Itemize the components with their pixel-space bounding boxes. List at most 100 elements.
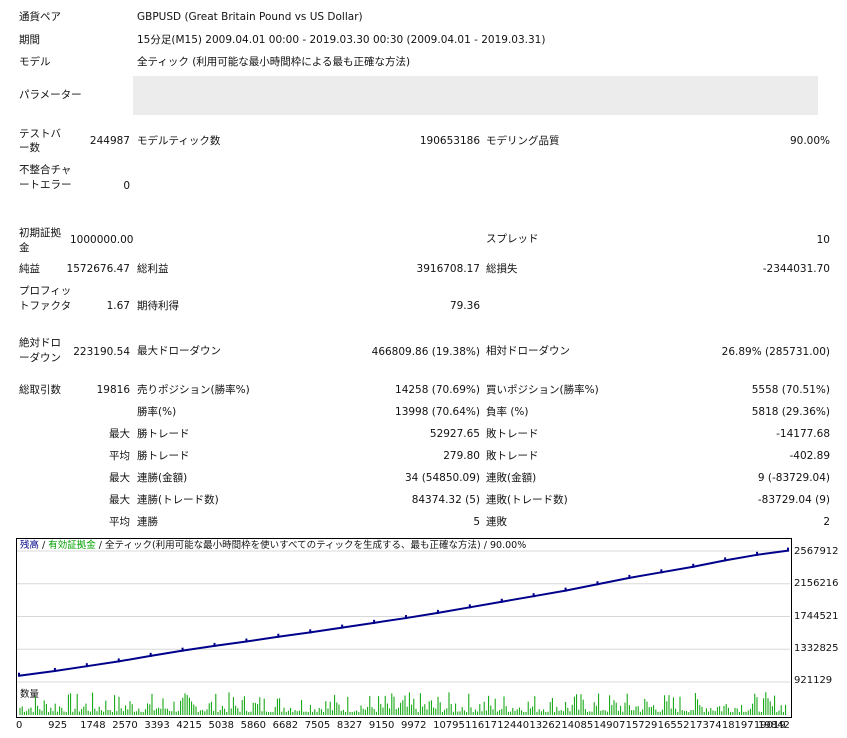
x-tick-label: 2570 (112, 720, 138, 731)
consecutive-profit-label: 連勝(トレード数) (137, 494, 219, 506)
largest-win-value: 52927.65 (429, 428, 480, 440)
x-tick-label: 14907 (593, 720, 626, 731)
x-tick-label: 13262 (529, 720, 562, 731)
period-value: 15分足(M15) 2009.04.01 00:00 - 2019.03.30 … (137, 34, 546, 46)
average-word-2: 平均 (109, 516, 130, 528)
average-loss-label: 敗トレード (486, 450, 539, 462)
y-tick-label: 1332825 (794, 643, 839, 654)
parameters-label: パラメーター (19, 89, 82, 101)
loss-trades-value: 5818 (29.36%) (751, 406, 830, 418)
deposit-value: 1000000.00 (70, 234, 134, 246)
model-label: モデル (19, 56, 51, 68)
consecutive-losses-money-label: 連敗(金額) (486, 472, 537, 484)
x-tick-label: 3393 (144, 720, 170, 731)
period-label: 期間 (19, 34, 40, 46)
largest-word: 最大 (109, 428, 130, 440)
gross-loss-value: -2344031.70 (762, 263, 830, 275)
loss-trades-label: 負率 (%) (486, 406, 529, 418)
x-tick-label: 5860 (240, 720, 267, 731)
pair-label: 通貨ペア (19, 11, 61, 23)
avg-consecutive-wins-label: 連勝 (137, 516, 158, 528)
absolute-dd-value: 223190.54 (73, 346, 130, 358)
total-trades-value: 19816 (96, 384, 130, 396)
avg-consecutive-losses-label: 連敗 (486, 516, 507, 528)
x-tick-label: 9150 (368, 720, 395, 731)
avg-consecutive-losses-value: 2 (823, 516, 830, 528)
average-win-value: 279.80 (443, 450, 480, 462)
profit-factor-value: 1.67 (106, 300, 130, 312)
bars-label: テストバー数 (19, 128, 61, 154)
expected-payoff-value: 79.36 (449, 300, 480, 312)
average-word: 平均 (109, 450, 130, 462)
mismatch-label: 不整合チャートエラー (19, 164, 72, 191)
spread-value: 10 (816, 234, 830, 246)
y-tick-label: 2156216 (794, 578, 839, 589)
long-positions-value: 5558 (70.51%) (751, 384, 830, 396)
gross-loss-label: 総損失 (486, 263, 518, 275)
backtest-report: 通貨ペア GBPUSD (Great Britain Pound vs US D… (0, 0, 847, 738)
ticks-label: モデルティック数 (137, 135, 221, 147)
gross-profit-value: 3916708.17 (416, 263, 480, 275)
x-tick-label: 8327 (336, 720, 363, 731)
consecutive-loss-trades-label: 連敗(トレード数) (486, 494, 568, 506)
average-win-label: 勝トレード (137, 450, 190, 462)
short-positions-value: 14258 (70.69%) (395, 384, 480, 396)
y-tick-label: 1744521 (794, 611, 839, 622)
consecutive-wins-money-value: 34 (54850.09) (405, 472, 480, 484)
ticks-value: 190653186 (419, 135, 480, 147)
x-tick-label: 9972 (401, 720, 427, 731)
x-tick-label: 17374 (689, 720, 722, 731)
consecutive-losses-money-value: 9 (-83729.04) (757, 472, 830, 484)
quality-value: 90.00% (789, 135, 830, 147)
relative-dd-value: 26.89% (285731.00) (721, 346, 830, 358)
x-tick-label: 6682 (272, 720, 299, 731)
total-trades-label: 総取引数 (19, 384, 61, 396)
quality-label: モデリング品質 (486, 135, 560, 147)
balance-plot (17, 547, 790, 683)
consecutive-profit-value: 84374.32 (5) (411, 494, 480, 506)
x-tick-label: 11617 (465, 720, 497, 731)
x-tick-label: 5038 (208, 720, 234, 731)
largest-win-label: 勝トレード (137, 428, 190, 440)
consecutive-wins-money-label: 連勝(金額) (137, 472, 188, 484)
net-profit-label: 純益 (19, 263, 40, 275)
deposit-label: 初期証拠金 (19, 227, 61, 254)
pair-value: GBPUSD (Great Britain Pound vs US Dollar… (137, 11, 363, 23)
largest-loss-value: -14177.68 (776, 428, 830, 440)
y-tick-label: 921129 (794, 675, 833, 686)
parameters-box (133, 76, 818, 115)
x-tick-label: 12440 (497, 720, 530, 731)
short-positions-label: 売りポジション(勝率%) (137, 384, 250, 396)
spread-label: スプレッド (486, 233, 539, 245)
max-word-2: 最大 (109, 494, 130, 506)
x-tick-label: 15729 (625, 720, 658, 731)
x-tick-label: 1748 (80, 720, 106, 731)
average-loss-value: -402.89 (789, 450, 830, 462)
volume-plot (19, 692, 787, 715)
consecutive-loss-trades-value: -83729.04 (9) (757, 494, 830, 506)
x-tick-label: 10795 (433, 720, 465, 731)
largest-loss-label: 敗トレード (486, 428, 539, 440)
expected-payoff-label: 期待利得 (137, 300, 179, 312)
max-dd-label: 最大ドローダウン (137, 345, 221, 357)
x-tick-label: 4215 (176, 720, 202, 731)
x-tick-label: 7505 (304, 720, 331, 731)
x-tick-label: 16552 (657, 720, 690, 731)
net-profit-value: 1572676.47 (66, 263, 130, 275)
x-tick-label: 18197 (721, 720, 754, 731)
profit-trades-value: 13998 (70.64%) (395, 406, 480, 418)
avg-consecutive-wins-value: 5 (473, 516, 480, 528)
gross-profit-label: 総利益 (137, 263, 169, 275)
model-value: 全ティック (利用可能な最小時間枠による最も正確な方法) (137, 56, 411, 68)
max-word-1: 最大 (109, 472, 130, 484)
long-positions-label: 買いポジション(勝率%) (486, 384, 599, 396)
relative-dd-label: 相対ドローダウン (486, 345, 570, 357)
bars-value: 244987 (89, 135, 130, 147)
x-tick-label: 925 (48, 720, 68, 731)
profit-factor-label: プロフィットファクタ (19, 285, 72, 312)
x-tick-label: 14085 (561, 720, 594, 731)
profit-trades-label: 勝率(%) (137, 406, 177, 418)
max-dd-value: 466809.86 (19.38%) (371, 346, 480, 358)
mismatch-value: 0 (123, 180, 130, 192)
x-tick-label: 0 (16, 720, 23, 731)
